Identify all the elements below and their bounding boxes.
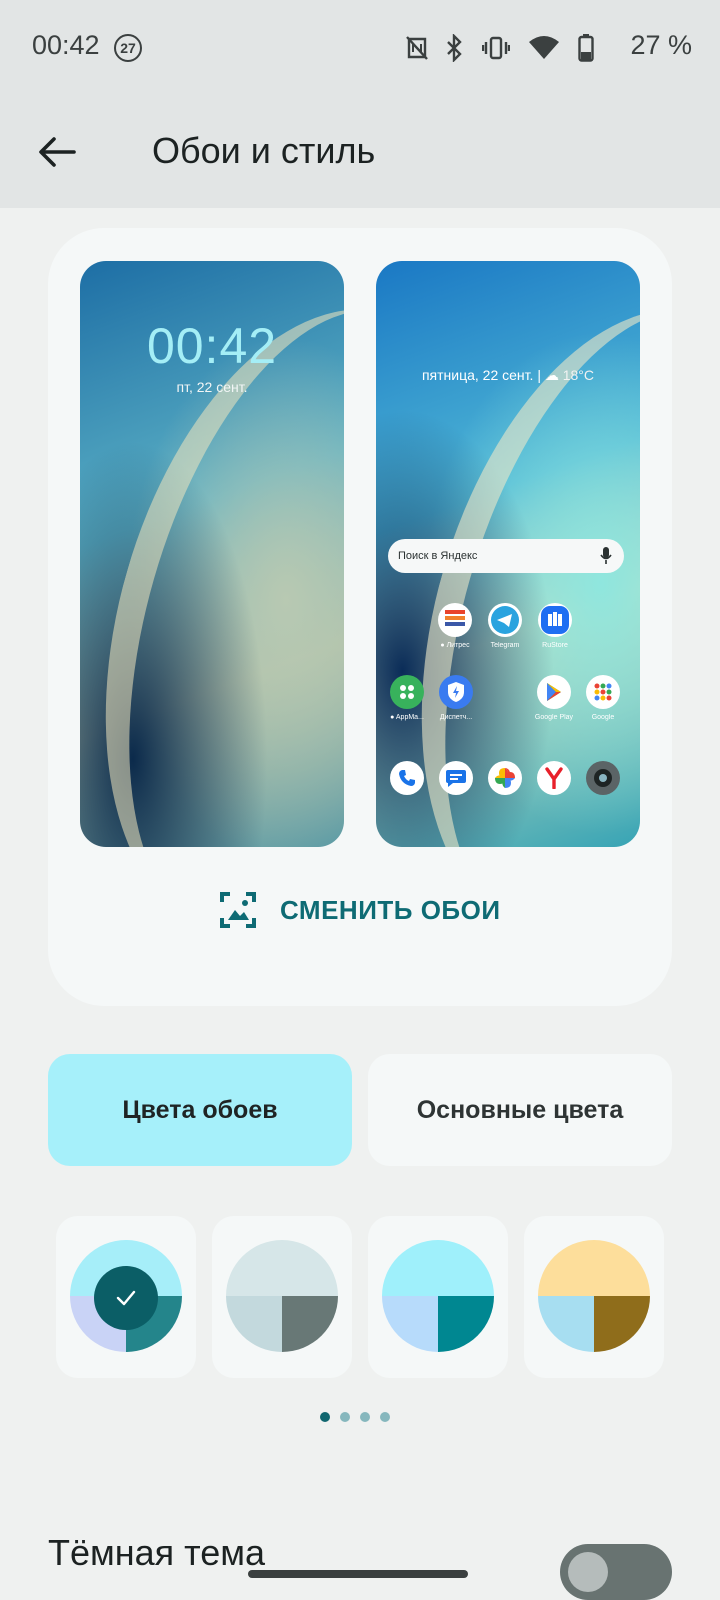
telegram-icon xyxy=(488,603,522,637)
status-icons xyxy=(406,30,594,66)
app-bar: Обои и стиль xyxy=(0,100,720,208)
gesture-navigation-bar[interactable] xyxy=(248,1570,468,1578)
phone-icon xyxy=(390,761,424,795)
google-play-icon xyxy=(537,675,571,709)
pager-indicator xyxy=(320,1412,390,1422)
dark-theme-label: Тёмная тема xyxy=(48,1532,265,1574)
arrow-back-icon xyxy=(34,128,82,176)
toggle-knob xyxy=(568,1552,608,1592)
app-label: ● AppMa... xyxy=(379,714,435,721)
battery-percent: 27 % xyxy=(630,30,692,61)
notification-badge-icon: 27 xyxy=(114,34,142,62)
pager-dot xyxy=(380,1412,390,1422)
status-time: 00:42 xyxy=(32,30,100,61)
nfc-off-icon xyxy=(406,35,428,61)
home-weather: 18°C xyxy=(563,367,594,383)
google-folder-icon xyxy=(586,675,620,709)
color-option-1[interactable] xyxy=(56,1216,196,1378)
color-swatch xyxy=(538,1240,650,1352)
battery-icon xyxy=(578,34,594,62)
rustore-icon xyxy=(538,603,572,637)
lock-screen-clock: 00:42 xyxy=(80,317,344,375)
litres-icon xyxy=(438,603,472,637)
color-option-3[interactable] xyxy=(368,1216,508,1378)
appmarket-icon xyxy=(390,675,424,709)
photos-icon xyxy=(488,761,522,795)
change-wallpaper-label: СМЕНИТЬ ОБОИ xyxy=(280,895,501,926)
pager-dot xyxy=(340,1412,350,1422)
bluetooth-icon xyxy=(446,34,464,62)
color-swatch xyxy=(226,1240,338,1352)
search-placeholder: Поиск в Яндекс xyxy=(398,550,477,562)
app-label: Google Play xyxy=(526,714,582,721)
app-label: Telegram xyxy=(477,642,533,649)
lock-screen-date: пт, 22 сент. xyxy=(80,379,344,395)
pager-dot xyxy=(360,1412,370,1422)
change-wallpaper-button[interactable]: СМЕНИТЬ ОБОИ xyxy=(218,888,501,932)
home-date-text: пятница, 22 сент. xyxy=(422,367,533,383)
back-button[interactable] xyxy=(34,128,82,176)
dark-theme-toggle[interactable] xyxy=(560,1544,672,1600)
phone-manager-icon xyxy=(439,675,473,709)
vibrate-icon xyxy=(482,36,510,60)
selected-check-icon xyxy=(94,1266,158,1330)
color-option-4[interactable] xyxy=(524,1216,664,1378)
app-label: RuStore xyxy=(527,642,583,649)
color-option-2[interactable] xyxy=(212,1216,352,1378)
color-swatch xyxy=(382,1240,494,1352)
wallpaper-colors-tab[interactable]: Цвета обоев xyxy=(48,1054,352,1166)
wallpaper-icon xyxy=(218,890,258,930)
cloud-icon: ☁ xyxy=(545,367,559,383)
status-bar: 00:42 27 27 % xyxy=(0,0,720,100)
app-label: Диспетч... xyxy=(428,714,484,721)
home-date-separator: | xyxy=(537,367,541,383)
pager-dot xyxy=(320,1412,330,1422)
wallpaper-preview-card: 00:42 пт, 22 сент. пятница, 22 сент. | ☁… xyxy=(48,228,672,1006)
app-label: ● Литрес xyxy=(427,642,483,649)
page-title: Обои и стиль xyxy=(152,130,375,172)
messages-icon xyxy=(439,761,473,795)
lock-screen-preview[interactable]: 00:42 пт, 22 сент. xyxy=(80,261,344,847)
home-screen-preview[interactable]: пятница, 22 сент. | ☁ 18°C Поиск в Яндек… xyxy=(376,261,640,847)
mic-icon xyxy=(600,547,612,565)
home-screen-date: пятница, 22 сент. | ☁ 18°C xyxy=(376,367,640,384)
basic-colors-tab[interactable]: Основные цвета xyxy=(368,1054,672,1166)
screen: 00:42 27 27 % xyxy=(0,0,720,1600)
yandex-icon xyxy=(537,761,571,795)
yandex-search-bar: Поиск в Яндекс xyxy=(388,539,624,573)
app-label: Google xyxy=(575,714,631,721)
wifi-icon xyxy=(528,35,560,61)
camera-icon xyxy=(586,761,620,795)
